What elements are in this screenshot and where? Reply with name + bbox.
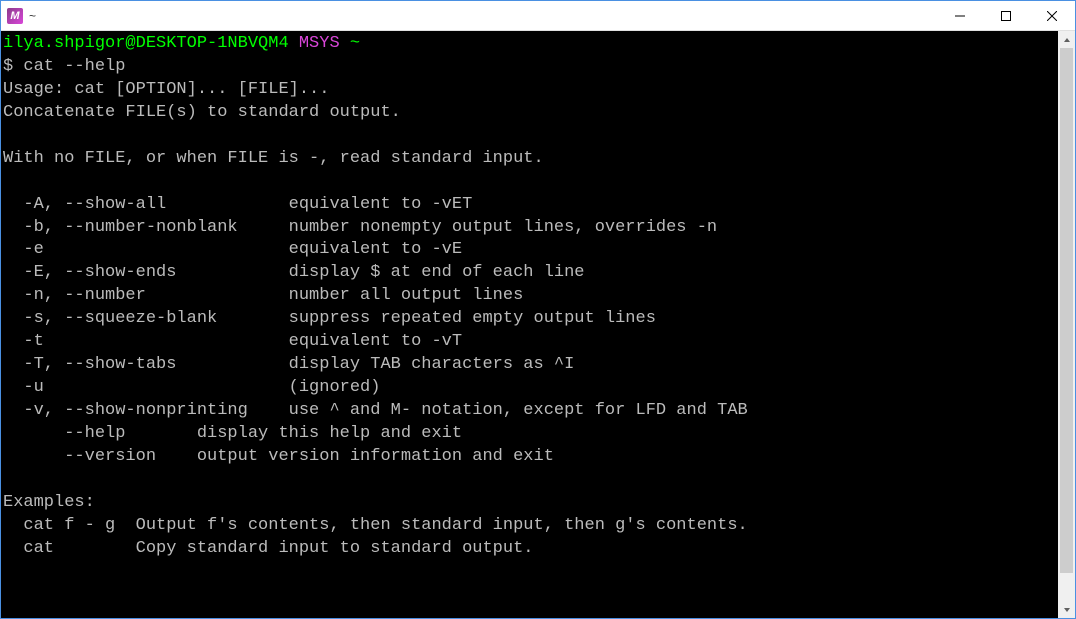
window-title: ~ bbox=[29, 9, 36, 23]
chevron-up-icon bbox=[1063, 36, 1071, 44]
options-block: -A, --show-all equivalent to -vET -b, --… bbox=[3, 195, 748, 420]
close-button[interactable] bbox=[1029, 1, 1075, 30]
titlebar-left: M ~ bbox=[1, 8, 36, 24]
terminal[interactable]: ilya.shpigor@DESKTOP-1NBVQM4 MSYS ~ $ ca… bbox=[1, 31, 1058, 618]
app-icon: M bbox=[7, 8, 23, 24]
scroll-thumb[interactable] bbox=[1060, 48, 1073, 573]
titlebar: M ~ bbox=[1, 1, 1075, 31]
usage-line: Usage: cat [OPTION]... [FILE]... bbox=[3, 80, 329, 99]
minimize-icon bbox=[955, 11, 965, 21]
close-icon bbox=[1047, 11, 1057, 21]
examples-block: cat f - g Output f's contents, then stan… bbox=[3, 516, 748, 558]
scroll-track[interactable] bbox=[1058, 48, 1075, 601]
chevron-down-icon bbox=[1063, 606, 1071, 614]
extra-options-block: --help display this help and exit --vers… bbox=[3, 424, 554, 466]
scrollbar[interactable] bbox=[1058, 31, 1075, 618]
prompt-path: ~ bbox=[350, 34, 360, 53]
minimize-button[interactable] bbox=[937, 1, 983, 30]
window-controls bbox=[937, 1, 1075, 30]
maximize-icon bbox=[1001, 11, 1011, 21]
scroll-down-button[interactable] bbox=[1058, 601, 1075, 618]
prompt-env: MSYS bbox=[299, 34, 340, 53]
prompt-symbol: $ bbox=[3, 57, 13, 76]
note-line: With no FILE, or when FILE is -, read st… bbox=[3, 149, 544, 168]
description-line: Concatenate FILE(s) to standard output. bbox=[3, 103, 401, 122]
maximize-button[interactable] bbox=[983, 1, 1029, 30]
command-text: cat --help bbox=[23, 57, 125, 76]
examples-header: Examples: bbox=[3, 493, 95, 512]
terminal-window: M ~ ilya.shpigor@DESKTOP-1NBVQM4 MSYS ~ … bbox=[0, 0, 1076, 619]
app-icon-letter: M bbox=[10, 10, 19, 22]
prompt-user-host: ilya.shpigor@DESKTOP-1NBVQM4 bbox=[3, 34, 289, 53]
terminal-area: ilya.shpigor@DESKTOP-1NBVQM4 MSYS ~ $ ca… bbox=[1, 31, 1075, 618]
scroll-up-button[interactable] bbox=[1058, 31, 1075, 48]
